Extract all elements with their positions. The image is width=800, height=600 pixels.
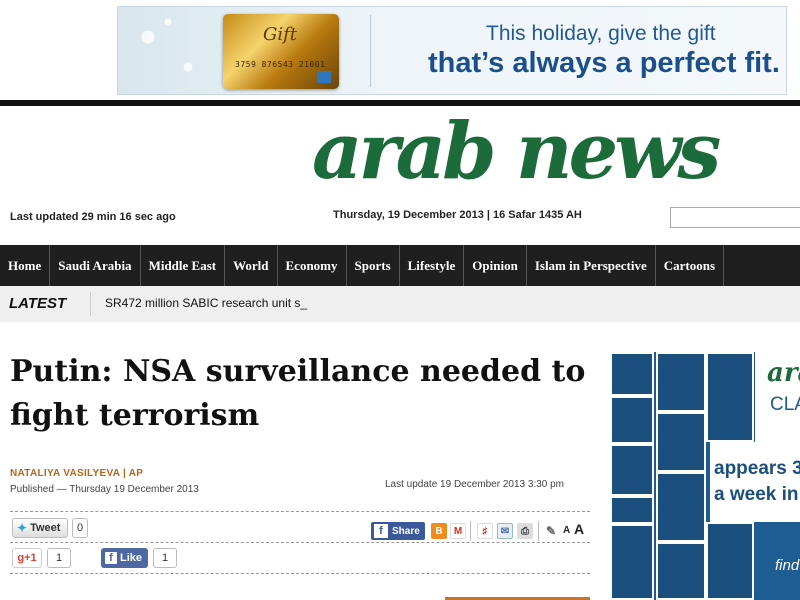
snowflake-decoration [118, 7, 228, 94]
main-nav: Home Saudi Arabia Middle East World Econ… [0, 245, 800, 286]
tool-separator-2 [538, 521, 539, 541]
arab-news-logo[interactable]: arab news [312, 112, 721, 207]
tweet-label: Tweet [30, 522, 61, 534]
ad-headline-line2: that’s always a perfect fit. [428, 47, 780, 79]
email-icon[interactable]: ✉ [497, 523, 513, 539]
increase-font-button[interactable]: A [574, 521, 584, 537]
published-date: Published — Thursday 19 December 2013 [10, 484, 199, 495]
amex-logo-icon [317, 71, 331, 83]
ad-tagline-line2: a week in [714, 484, 799, 505]
decrease-font-button[interactable]: A [563, 525, 570, 536]
nav-item-opinion[interactable]: Opinion [464, 245, 527, 286]
twitter-bird-icon: ✦ [17, 521, 28, 535]
ad-find-text: find [775, 557, 800, 574]
gmail-icon[interactable]: M [450, 523, 466, 539]
facebook-share-icon: f [374, 524, 388, 538]
facebook-like-label: Like [120, 552, 143, 564]
nav-item-islam-in-perspective[interactable]: Islam in Perspective [527, 245, 656, 286]
font-size-icon: ✎ [545, 524, 557, 538]
blogger-icon[interactable]: B [431, 523, 447, 539]
nav-item-world[interactable]: World [225, 245, 278, 286]
ticker-divider [90, 292, 91, 316]
nav-item-sports[interactable]: Sports [347, 245, 400, 286]
ad-tile [610, 524, 654, 600]
holiday-gift-card-ad[interactable]: Gift 3759 876543 21001 This holiday, giv… [117, 6, 787, 95]
gift-card-title: Gift [263, 24, 298, 45]
classifieds-ad[interactable]: arab CLA appears 3 a week in find [610, 352, 800, 600]
ad-tile [610, 352, 654, 396]
ad-tile [610, 496, 654, 524]
gift-card-number: 3759 876543 21001 [235, 60, 326, 69]
nav-item-cartoons[interactable]: Cartoons [656, 245, 725, 286]
search-input[interactable] [670, 207, 800, 228]
nav-item-middle-east[interactable]: Middle East [141, 245, 226, 286]
last-updated-text: Last updated 29 min 16 sec ago [10, 211, 176, 223]
last-update-time: Last update 19 December 2013 3:30 pm [385, 479, 565, 490]
article-headline: Putin: NSA surveillance needed to fight … [10, 354, 586, 433]
ad-tagline: appears 3 a week in [714, 456, 800, 508]
ad-tile [610, 444, 654, 496]
google-plus-button[interactable]: g+1 [12, 548, 42, 568]
facebook-share-button[interactable]: f Share [371, 522, 425, 540]
ad-tile [656, 472, 706, 542]
ad-tile [706, 352, 754, 442]
ad-tile [610, 396, 654, 444]
tweet-button[interactable]: ✦ Tweet [12, 518, 68, 538]
share-label: Share [392, 525, 420, 537]
ad-tile [706, 522, 754, 600]
dashed-divider-top [10, 511, 590, 512]
nav-item-home[interactable]: Home [0, 245, 51, 286]
pdf-icon[interactable]: ♯ [477, 523, 493, 539]
date-line: Thursday, 19 December 2013 | 16 Safar 14… [333, 209, 582, 221]
tweet-count: 0 [72, 518, 88, 538]
latest-headline-link[interactable]: SR472 million SABIC research unit s_ [105, 296, 307, 310]
ad-arab-news-logo: arab [767, 358, 800, 388]
ad-tile [656, 412, 706, 472]
latest-news-ticker: LATEST SR472 million SABIC research unit… [0, 286, 800, 322]
ad-divider [370, 15, 371, 87]
article-byline[interactable]: NATALIYA VASILYEVA | AP [10, 468, 143, 479]
gift-card-image: Gift 3759 876543 21001 [223, 14, 339, 89]
dashed-divider-bottom [10, 573, 590, 574]
ad-tile [656, 352, 706, 412]
tool-separator [470, 521, 471, 541]
ad-tile [656, 542, 706, 600]
latest-label: LATEST [9, 295, 67, 312]
print-icon[interactable]: ⎙ [517, 523, 533, 539]
dashed-divider-middle [10, 542, 590, 543]
facebook-like-button[interactable]: f Like [101, 548, 148, 568]
ad-tagline-line1: appears 3 [714, 458, 800, 479]
facebook-icon: f [105, 552, 117, 564]
ad-classifieds-title: CLA [770, 394, 800, 415]
nav-item-lifestyle[interactable]: Lifestyle [400, 245, 465, 286]
nav-item-economy[interactable]: Economy [278, 245, 347, 286]
google-plus-count: 1 [47, 548, 71, 568]
facebook-like-count: 1 [153, 548, 177, 568]
nav-item-saudi-arabia[interactable]: Saudi Arabia [50, 245, 141, 286]
ad-headline-line1: This holiday, give the gift [486, 22, 716, 45]
